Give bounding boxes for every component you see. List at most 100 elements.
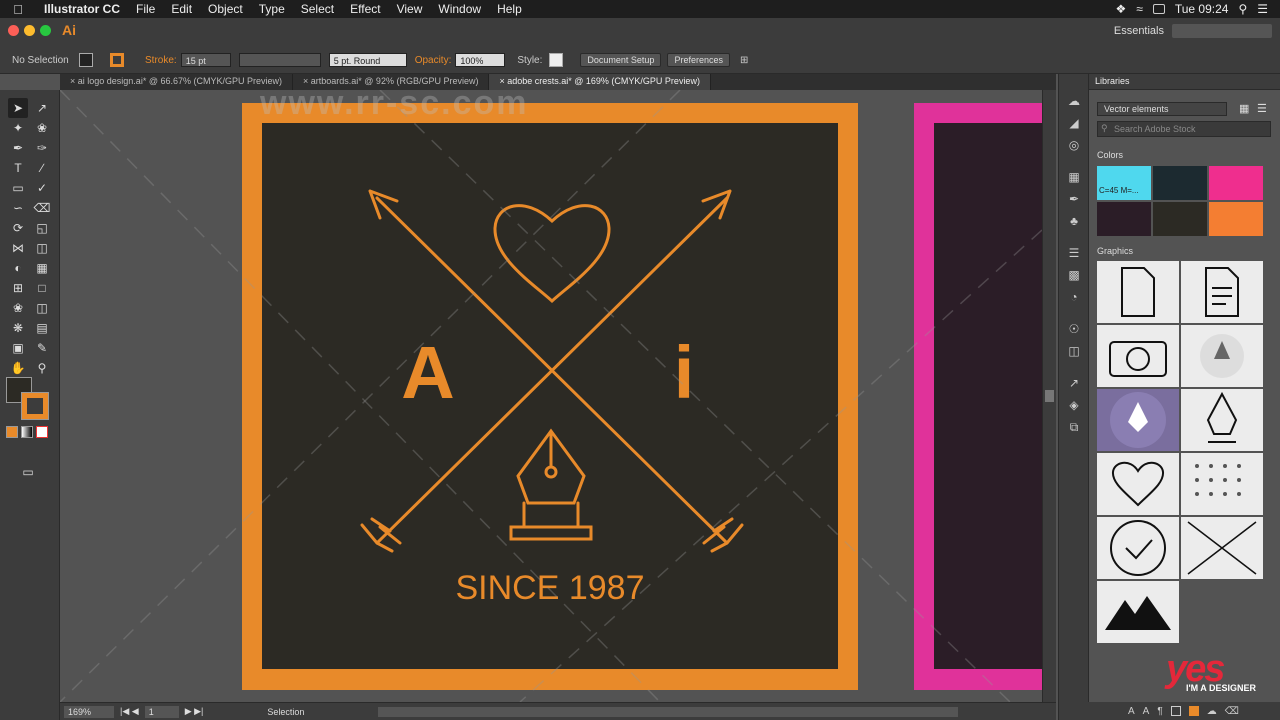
symbols-icon[interactable]: ♣ bbox=[1059, 210, 1089, 232]
add-paragraph-icon[interactable]: ¶ bbox=[1157, 706, 1162, 717]
color-icon[interactable]: ◎ bbox=[1059, 134, 1089, 156]
color-guide-icon[interactable]: ◢ bbox=[1059, 112, 1089, 134]
zoom-tool-icon[interactable]: ⚲ bbox=[32, 358, 52, 378]
notifications-icon[interactable]: ☰ bbox=[1257, 2, 1268, 16]
none-mode-icon[interactable] bbox=[36, 426, 48, 438]
type-tool-icon[interactable]: T bbox=[8, 158, 28, 178]
zoom-field[interactable]: 169% bbox=[64, 705, 114, 718]
battery-icon[interactable] bbox=[1152, 4, 1165, 14]
minimize-icon[interactable] bbox=[24, 25, 35, 36]
status-mode[interactable]: Selection bbox=[267, 707, 304, 717]
menu-type[interactable]: Type bbox=[251, 2, 293, 16]
curvature-tool-icon[interactable]: ✑ bbox=[32, 138, 52, 158]
dropbox-icon[interactable]: ❖ bbox=[1115, 2, 1126, 16]
add-text-icon[interactable]: A bbox=[1128, 706, 1135, 717]
artboard-crest[interactable]: A i SINCE 1987 bbox=[242, 103, 858, 690]
lasso-icon[interactable]: ❀ bbox=[32, 118, 52, 138]
paintbrush-icon[interactable]: ✓ bbox=[32, 178, 52, 198]
gradient-tool-icon[interactable]: □ bbox=[32, 278, 52, 298]
gradient-icon[interactable]: ▩ bbox=[1059, 264, 1089, 286]
tab-ai-logo[interactable]: × ai logo design.ai* @ 66.67% (CMYK/GPU … bbox=[60, 74, 293, 90]
add-stroke-icon[interactable] bbox=[1170, 706, 1181, 716]
magic-wand-icon[interactable]: ✦ bbox=[8, 118, 28, 138]
screen-mode-icon[interactable]: ▭ bbox=[18, 462, 38, 482]
graphic-item[interactable] bbox=[1181, 325, 1263, 387]
stroke-weight-field[interactable]: 15 pt bbox=[180, 53, 231, 67]
artboard-field[interactable]: 1 bbox=[144, 705, 179, 718]
wifi-icon[interactable]: ≈ bbox=[1136, 2, 1143, 16]
color-swatch[interactable] bbox=[1209, 166, 1263, 200]
rectangle-tool-icon[interactable]: ▭ bbox=[8, 178, 28, 198]
stroke-label[interactable]: Stroke: bbox=[141, 55, 181, 66]
workspace-switcher[interactable]: Essentials bbox=[1114, 25, 1164, 37]
graphic-item[interactable] bbox=[1181, 389, 1263, 451]
perspective-grid-icon[interactable]: ▦ bbox=[32, 258, 52, 278]
graphic-item[interactable] bbox=[1181, 261, 1263, 323]
graphic-item[interactable] bbox=[1097, 261, 1179, 323]
sync-icon[interactable]: ☁ bbox=[1207, 706, 1217, 717]
width-tool-icon[interactable]: ⋈ bbox=[8, 238, 28, 258]
stroke-icon[interactable]: ☰ bbox=[1059, 242, 1089, 264]
arrange-icon[interactable]: ⊞ bbox=[736, 55, 752, 66]
artboard-tool-icon[interactable]: ▣ bbox=[8, 338, 28, 358]
menu-effect[interactable]: Effect bbox=[342, 2, 388, 16]
tab-artboards[interactable]: × artboards.ai* @ 92% (RGB/GPU Preview) bbox=[293, 74, 490, 90]
stroke-color-box[interactable] bbox=[21, 392, 49, 420]
shape-builder-icon[interactable]: ◐ bbox=[8, 258, 28, 278]
artboards-icon[interactable]: ⧉ bbox=[1059, 416, 1089, 438]
add-fill-icon[interactable] bbox=[1188, 706, 1199, 716]
color-swatch[interactable] bbox=[1209, 202, 1263, 236]
gradient-mode-icon[interactable] bbox=[21, 426, 33, 438]
color-swatch[interactable] bbox=[1097, 202, 1151, 236]
line-tool-icon[interactable]: ∕ bbox=[32, 158, 52, 178]
free-transform-icon[interactable]: ◫ bbox=[32, 238, 52, 258]
graphic-item[interactable] bbox=[1097, 453, 1179, 515]
blend-tool-icon[interactable]: ◫ bbox=[32, 298, 52, 318]
direct-selection-tool-icon[interactable]: ↗ bbox=[32, 98, 52, 118]
color-mode-icon[interactable] bbox=[6, 426, 18, 438]
canvas[interactable]: A i SINCE 1987 www.rr-sc.com bbox=[60, 90, 1042, 702]
graphic-item[interactable] bbox=[1097, 389, 1179, 451]
menu-object[interactable]: Object bbox=[200, 2, 251, 16]
stock-search-input[interactable]: Search Adobe Stock bbox=[1097, 121, 1271, 137]
pen-tool-icon[interactable]: ✒ bbox=[8, 138, 28, 158]
grid-view-icon[interactable]: ▦ bbox=[1239, 102, 1249, 115]
horizontal-scrollbar[interactable] bbox=[378, 706, 959, 717]
stroke-swatch[interactable] bbox=[110, 53, 124, 67]
help-search-input[interactable] bbox=[1172, 24, 1272, 38]
brushes-icon[interactable]: ✒ bbox=[1059, 188, 1089, 210]
graph-tool-icon[interactable]: ▤ bbox=[32, 318, 52, 338]
graphic-styles-icon[interactable]: ◫ bbox=[1059, 340, 1089, 362]
preferences-button[interactable]: Preferences bbox=[667, 53, 730, 67]
transparency-icon[interactable]: ◔ bbox=[1059, 286, 1089, 308]
layers-icon[interactable]: ◈ bbox=[1059, 394, 1089, 416]
close-icon[interactable] bbox=[8, 25, 19, 36]
graphic-item[interactable] bbox=[1097, 325, 1179, 387]
selection-tool-icon[interactable]: ➤ bbox=[8, 98, 28, 118]
menu-view[interactable]: View bbox=[389, 2, 431, 16]
fill-swatch[interactable] bbox=[79, 53, 93, 67]
artboard-pink[interactable] bbox=[914, 103, 1042, 690]
mesh-tool-icon[interactable]: ⊞ bbox=[8, 278, 28, 298]
vertical-scrollbar[interactable] bbox=[1042, 90, 1056, 702]
rotate-tool-icon[interactable]: ⟳ bbox=[8, 218, 28, 238]
graphic-item[interactable] bbox=[1181, 453, 1263, 515]
export-icon[interactable]: ↗ bbox=[1059, 372, 1089, 394]
eyedropper-icon[interactable]: ❀ bbox=[8, 298, 28, 318]
hand-tool-icon[interactable]: ✋ bbox=[8, 358, 28, 378]
libraries-tab[interactable]: Libraries bbox=[1089, 74, 1280, 90]
library-select[interactable]: Vector elements bbox=[1097, 102, 1227, 116]
next-artboard-icon[interactable]: ▶ ▶| bbox=[185, 706, 204, 717]
add-character-icon[interactable]: A bbox=[1143, 706, 1150, 717]
appearance-icon[interactable]: ☉ bbox=[1059, 318, 1089, 340]
variable-width-select[interactable] bbox=[238, 53, 321, 67]
color-swatch[interactable]: C=45 M=... bbox=[1097, 166, 1151, 200]
color-swatch[interactable] bbox=[1153, 202, 1207, 236]
graphic-item[interactable] bbox=[1097, 581, 1179, 643]
color-swatch[interactable] bbox=[1153, 166, 1207, 200]
cc-libraries-icon[interactable]: ☁ bbox=[1059, 90, 1089, 112]
symbol-sprayer-icon[interactable]: ❋ bbox=[8, 318, 28, 338]
scroll-thumb[interactable] bbox=[1045, 390, 1054, 402]
shaper-tool-icon[interactable]: ∽ bbox=[8, 198, 28, 218]
list-view-icon[interactable]: ☰ bbox=[1257, 102, 1267, 115]
